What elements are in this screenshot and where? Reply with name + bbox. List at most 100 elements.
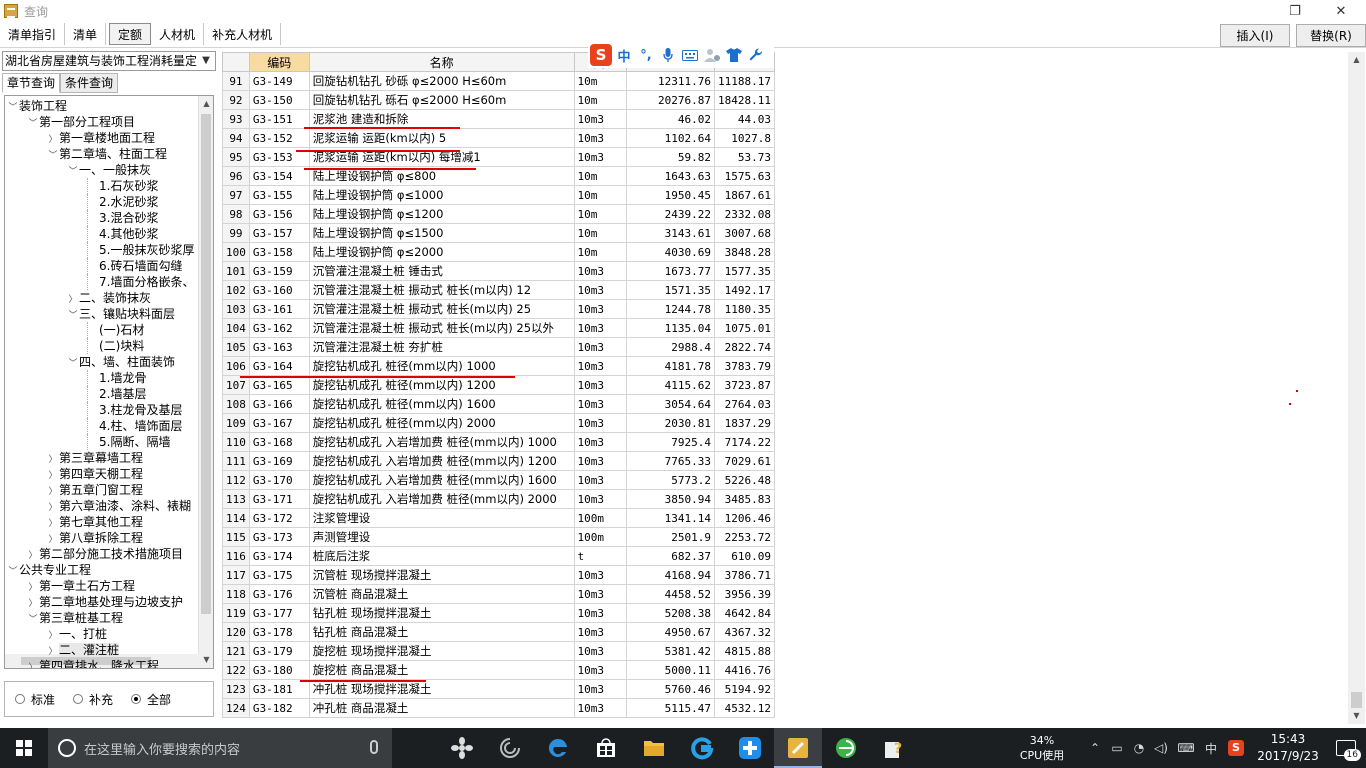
table-row[interactable]: 122 G3-180 旋挖桩 商品混凝土 10m3 5000.11 4416.76 — [222, 660, 775, 680]
quota-name[interactable]: 泥浆池 建造和拆除 — [308, 109, 575, 129]
tree-node[interactable]: ﹀ 公共专业工程 — [7, 562, 91, 578]
row-index[interactable]: 117 — [222, 565, 250, 585]
taskbar-app-fan-icon[interactable] — [438, 728, 486, 768]
wrench-icon[interactable] — [746, 45, 766, 65]
tree-node[interactable]: ﹀ 装饰工程 — [7, 98, 67, 114]
quota-code[interactable]: G3-176 — [248, 584, 310, 604]
quota-name[interactable]: 旋挖钻机成孔 入岩增加费 桩径(mm以内) 1600 — [308, 470, 575, 490]
taskbar-app-swirl-icon[interactable] — [486, 728, 534, 768]
quota-code[interactable]: G3-152 — [248, 128, 310, 148]
row-index[interactable]: 120 — [222, 622, 250, 642]
quota-name[interactable]: 回旋钻机钻孔 砾石 φ≤2000 H≤60m — [308, 90, 575, 110]
tree-node[interactable]: 1.墙龙骨 — [87, 370, 146, 386]
table-row[interactable]: 104 G3-162 沉管灌注混凝土桩 振动式 桩长(m以内) 25以外 10m3 11… — [222, 318, 775, 338]
chevron-down-icon[interactable]: ﹀ — [47, 148, 59, 164]
quota-price-1[interactable]: 3850.94 — [626, 489, 715, 509]
quota-price-2[interactable]: 7029.61 — [713, 451, 775, 471]
row-index[interactable]: 92 — [222, 90, 250, 110]
quota-price-2[interactable]: 3783.79 — [713, 356, 775, 376]
table-row[interactable]: 100 G3-158 陆上埋设钢护筒 φ≤2000 10m 4030.69 3848.28 — [222, 242, 775, 262]
quota-price-2[interactable]: 610.09 — [713, 546, 775, 566]
quota-unit[interactable]: 10m3 — [573, 451, 628, 471]
table-row[interactable]: 111 G3-169 旋挖钻机成孔 入岩增加费 桩径(mm以内) 1200 10m3 7… — [222, 451, 775, 471]
quota-unit[interactable]: 10m3 — [573, 394, 628, 414]
quota-price-2[interactable]: 1837.29 — [713, 413, 775, 433]
table-row[interactable]: 102 G3-160 沉管灌注混凝土桩 振动式 桩长(m以内) 12 10m3 1571… — [222, 280, 775, 300]
tree-node[interactable]: 〉第六章油漆、涂料、裱糊 — [47, 498, 191, 514]
row-index[interactable]: 94 — [222, 128, 250, 148]
quota-price-1[interactable]: 5773.2 — [626, 470, 715, 490]
scroll-up-icon[interactable]: ▲ — [199, 96, 213, 112]
quota-price-2[interactable]: 2764.03 — [713, 394, 775, 414]
quota-price-2[interactable]: 44.03 — [713, 109, 775, 129]
quota-name[interactable]: 旋挖钻机成孔 入岩增加费 桩径(mm以内) 1000 — [308, 432, 575, 452]
taskbar-app-query-icon[interactable] — [774, 728, 822, 768]
tree-node[interactable]: ﹀ 一、一般抹灰 — [67, 162, 151, 178]
quota-price-2[interactable]: 3956.39 — [713, 584, 775, 604]
user-icon[interactable] — [702, 45, 722, 65]
quota-price-2[interactable]: 3848.28 — [713, 242, 775, 262]
quota-price-2[interactable]: 7174.22 — [713, 432, 775, 452]
quota-code[interactable]: G3-180 — [248, 660, 310, 680]
scroll-thumb[interactable] — [1351, 692, 1362, 708]
row-index[interactable]: 96 — [222, 166, 250, 186]
row-index[interactable]: 108 — [222, 394, 250, 414]
table-row[interactable]: 116 G3-174 桩底后注浆 t 682.37 610.09 — [222, 546, 775, 566]
quota-unit[interactable]: 10m3 — [573, 660, 628, 680]
quota-code[interactable]: G3-149 — [248, 71, 310, 91]
shirt-icon[interactable] — [724, 45, 744, 65]
quota-price-1[interactable]: 1950.45 — [626, 185, 715, 205]
quota-price-2[interactable]: 4642.84 — [713, 603, 775, 623]
table-row[interactable]: 92 G3-150 回旋钻机钻孔 砾石 φ≤2000 H≤60m 10m 20276.8… — [222, 90, 775, 110]
tree-node[interactable]: 〉一、打桩 — [47, 626, 107, 642]
table-row[interactable]: 101 G3-159 沉管灌注混凝土桩 锤击式 10m3 1673.77 1577.35 — [222, 261, 775, 281]
table-row[interactable]: 97 G3-155 陆上埋设钢护筒 φ≤1000 10m 1950.45 1867.61 — [222, 185, 775, 205]
replace-button[interactable]: 替换(R) — [1296, 24, 1366, 47]
tree-node[interactable]: 2.水泥砂浆 — [87, 194, 158, 210]
tree-node[interactable]: 〉第二部分施工技术措施项目 — [27, 546, 183, 562]
quota-price-2[interactable]: 2332.08 — [713, 204, 775, 224]
tree-node[interactable]: 〉第四章天棚工程 — [47, 466, 143, 482]
tree-node[interactable]: ﹀ 三、镶贴块料面层 — [67, 306, 175, 322]
quota-name[interactable]: 旋挖桩 现场搅拌混凝土 — [308, 641, 575, 661]
quota-code[interactable]: G3-160 — [248, 280, 310, 300]
quota-unit[interactable]: 10m3 — [573, 128, 628, 148]
keyboard-icon[interactable] — [680, 45, 700, 65]
sogou-tray-icon[interactable]: S — [1222, 740, 1250, 756]
quota-price-1[interactable]: 1244.78 — [626, 299, 715, 319]
quota-unit[interactable]: 10m — [573, 223, 628, 243]
quota-price-1[interactable]: 5381.42 — [626, 641, 715, 661]
quota-price-1[interactable]: 2439.22 — [626, 204, 715, 224]
quota-price-2[interactable]: 1206.46 — [713, 508, 775, 528]
quota-unit[interactable]: 10m — [573, 166, 628, 186]
quota-unit[interactable]: 10m3 — [573, 337, 628, 357]
chevron-down-icon[interactable]: ﹀ — [27, 612, 39, 628]
quota-price-2[interactable]: 5194.92 — [713, 679, 775, 699]
quota-unit[interactable]: 10m3 — [573, 432, 628, 452]
quota-unit[interactable]: 10m — [573, 71, 628, 91]
tree-node[interactable]: ﹀ 第三章桩基工程 — [27, 610, 123, 626]
tree-node[interactable]: 7.墙面分格嵌条、 — [87, 274, 194, 290]
quota-code[interactable]: G3-163 — [248, 337, 310, 357]
cpu-usage[interactable]: 34% CPU使用 — [1014, 733, 1070, 763]
quota-name[interactable]: 旋挖钻机成孔 桩径(mm以内) 2000 — [308, 413, 575, 433]
quota-price-2[interactable]: 3007.68 — [713, 223, 775, 243]
quota-name[interactable]: 旋挖钻机成孔 桩径(mm以内) 1000 — [308, 356, 575, 376]
quota-price-2[interactable]: 1867.61 — [713, 185, 775, 205]
chevron-down-icon[interactable]: ▼ — [199, 52, 213, 70]
table-row[interactable]: 103 G3-161 沉管灌注混凝土桩 振动式 桩长(m以内) 25 10m3 1244… — [222, 299, 775, 319]
quota-price-1[interactable]: 1135.04 — [626, 318, 715, 338]
quota-unit[interactable]: 10m3 — [573, 584, 628, 604]
quota-unit[interactable]: 10m — [573, 90, 628, 110]
row-index[interactable]: 122 — [222, 660, 250, 680]
table-row[interactable]: 124 G3-182 冲孔桩 商品混凝土 10m3 5115.47 4532.12 — [222, 698, 775, 718]
tree-node[interactable]: 〉第一章土石方工程 — [27, 578, 135, 594]
quota-code[interactable]: G3-179 — [248, 641, 310, 661]
taskbar-search[interactable]: 在这里输入你要搜索的内容 — [48, 728, 392, 768]
start-button[interactable] — [0, 728, 48, 768]
row-index[interactable]: 100 — [222, 242, 250, 262]
chevron-down-icon[interactable]: ﹀ — [67, 356, 79, 372]
scroll-thumb[interactable] — [201, 114, 211, 614]
row-index[interactable]: 124 — [222, 698, 250, 718]
quota-name[interactable]: 钻孔桩 现场搅拌混凝土 — [308, 603, 575, 623]
